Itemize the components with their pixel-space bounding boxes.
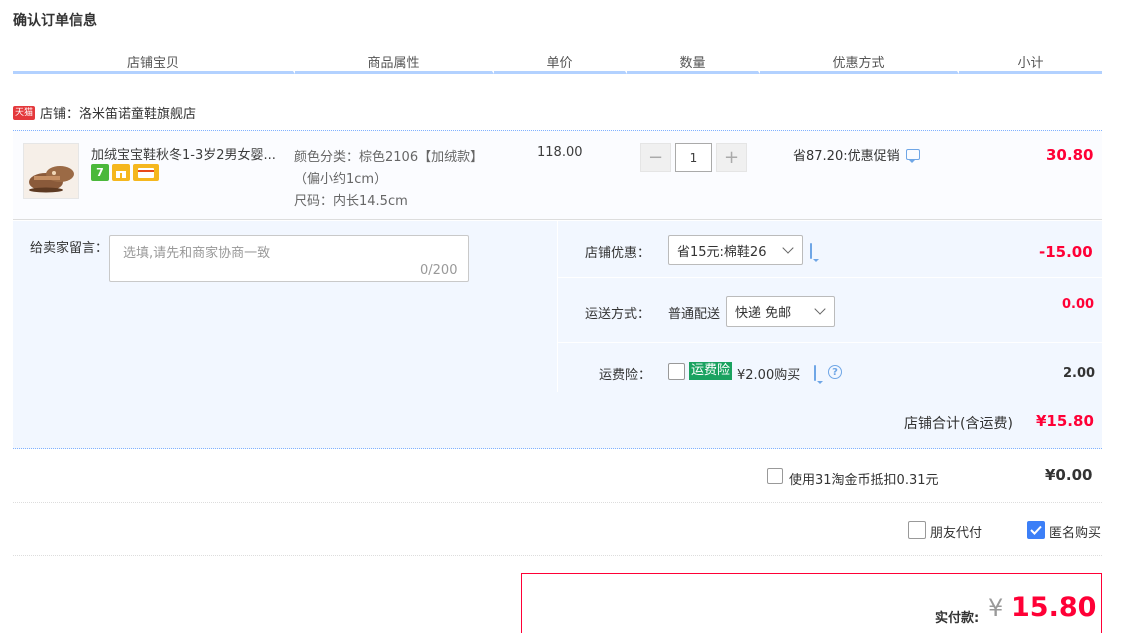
product-thumbnail[interactable] <box>23 143 79 199</box>
insurance-label: 运费险： <box>599 368 652 383</box>
payment-currency: ¥ <box>988 594 1004 622</box>
gift-icon[interactable] <box>112 164 130 181</box>
chevron-down-icon <box>814 303 826 315</box>
shipping-selected: 快递 免邮 <box>735 306 792 321</box>
message-placeholder: 选填,请先和商家协商一致 <box>123 246 271 261</box>
payment-label: 实付款: <box>935 611 980 626</box>
shop-total-value: ¥15.80 <box>1036 412 1094 430</box>
friend-pay-checkbox[interactable] <box>908 521 926 539</box>
shop-discount-select[interactable]: 省15元:棉鞋26 <box>668 235 803 265</box>
quantity-stepper: − 1 + <box>640 143 747 172</box>
payment-amount: 15.80 <box>1011 592 1097 623</box>
column-header-unit-price: 单价 <box>494 52 627 74</box>
promo-info: 省87.20:优惠促销 <box>793 145 920 164</box>
product-title-link[interactable]: 加绒宝宝鞋秋冬1-3岁2男女婴... <box>91 144 286 163</box>
column-header-quantity: 数量 <box>627 52 760 74</box>
column-header-item: 店铺宝贝 <box>13 52 295 74</box>
shop-name-link[interactable]: 店铺：洛米笛诺童鞋旗舰店 <box>40 103 196 122</box>
chat-icon[interactable] <box>814 365 816 381</box>
message-char-count: 0/200 <box>420 263 458 278</box>
shop-line: 天猫 店铺：洛米笛诺童鞋旗舰店 <box>13 103 196 122</box>
promo-text: 省87.20:优惠促销 <box>793 149 900 164</box>
shop-total-label: 店铺合计(含运费) <box>904 416 1013 432</box>
shoe-image <box>24 144 78 198</box>
coins-checkbox[interactable] <box>767 468 783 484</box>
friend-pay-label: 朋友代付 <box>930 526 983 541</box>
insurance-value: 2.00 <box>1063 366 1096 381</box>
item-subtotal: 30.80 <box>1046 146 1094 164</box>
column-header-attributes: 商品属性 <box>295 52 494 74</box>
unit-price: 118.00 <box>537 145 583 160</box>
attr-size: 尺码：内长14.5cm <box>294 194 408 209</box>
attr-note: （偏小约1cm） <box>294 172 388 187</box>
chat-icon[interactable] <box>905 149 920 163</box>
shipping-label: 运送方式： <box>585 307 651 322</box>
column-header-discount: 优惠方式 <box>760 52 959 74</box>
chat-icon[interactable] <box>810 243 812 259</box>
divider <box>13 555 1102 556</box>
column-header-subtotal: 小计 <box>959 52 1102 74</box>
help-icon[interactable]: ? <box>828 365 842 379</box>
credit-card-icon[interactable] <box>133 164 159 181</box>
check-icon <box>1030 525 1042 535</box>
decrease-button[interactable]: − <box>640 143 671 172</box>
insurance-tag: 运费险 <box>689 362 733 380</box>
coins-value: ¥0.00 <box>1045 466 1093 484</box>
insurance-checkbox[interactable] <box>668 363 685 380</box>
insurance-price: ¥2.00购买 <box>737 368 801 383</box>
quantity-input[interactable]: 1 <box>675 143 712 172</box>
shop-discount-selected: 省15元:棉鞋26 <box>677 244 767 260</box>
divider <box>13 502 1102 503</box>
chevron-down-icon <box>782 242 794 254</box>
message-label: 给卖家留言： <box>30 241 109 256</box>
tmall-icon: 天猫 <box>13 105 36 120</box>
attr-color: 颜色分类：棕色2106【加绒款】 <box>294 150 484 165</box>
coins-label: 使用31淘金币抵扣0.31元 <box>789 473 939 488</box>
shipping-select[interactable]: 快递 免邮 <box>726 296 835 327</box>
shop-discount-label: 店铺优惠： <box>585 246 651 261</box>
increase-button[interactable]: + <box>716 143 747 172</box>
shipping-method: 普通配送 <box>668 307 721 322</box>
service-badges: 7 <box>91 164 159 181</box>
shipping-value: 0.00 <box>1062 297 1095 312</box>
page-title: 确认订单信息 <box>13 13 97 29</box>
anonymous-checkbox[interactable] <box>1027 521 1045 539</box>
seven-day-return-icon[interactable]: 7 <box>91 164 109 181</box>
shop-discount-value: -15.00 <box>1039 243 1093 261</box>
anonymous-label: 匿名购买 <box>1049 526 1102 541</box>
